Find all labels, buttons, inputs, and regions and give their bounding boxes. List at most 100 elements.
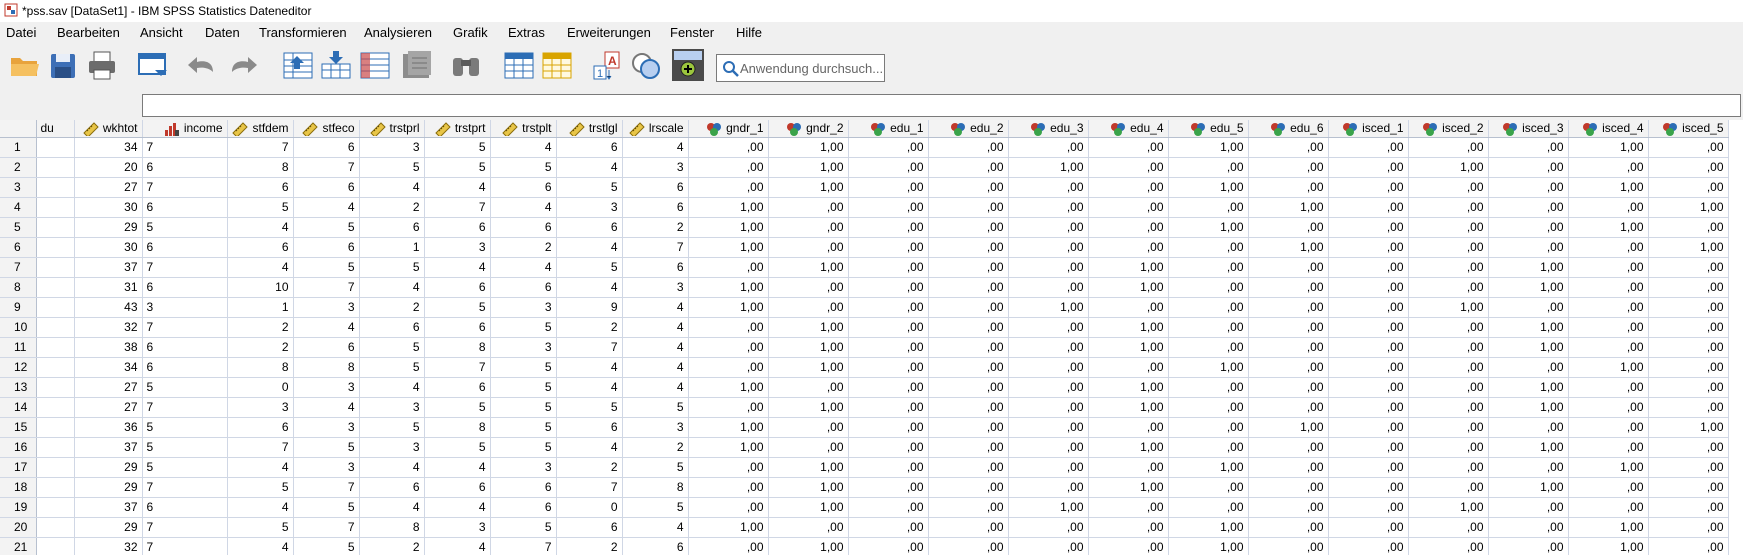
- data-cell[interactable]: 1,00: [1488, 277, 1569, 298]
- data-cell[interactable]: 7: [490, 537, 557, 555]
- find-icon[interactable]: [449, 48, 483, 82]
- row-number[interactable]: 11: [0, 337, 37, 358]
- data-cell[interactable]: 1,00: [688, 437, 769, 458]
- data-cell[interactable]: ,00: [688, 317, 769, 338]
- row-number[interactable]: 3: [0, 177, 37, 198]
- column-header-income[interactable]: income: [142, 120, 228, 138]
- split-file-icon[interactable]: A1: [591, 48, 625, 82]
- data-cell[interactable]: ,00: [848, 157, 929, 178]
- data-cell[interactable]: 1,00: [1488, 377, 1569, 398]
- data-cell[interactable]: [36, 417, 75, 438]
- row-number[interactable]: 2: [0, 157, 37, 178]
- data-cell[interactable]: ,00: [1008, 217, 1089, 238]
- data-cell[interactable]: 8: [424, 337, 491, 358]
- data-cell[interactable]: 38: [74, 337, 143, 358]
- data-cell[interactable]: ,00: [768, 237, 849, 258]
- data-cell[interactable]: 5: [359, 337, 425, 358]
- data-cell[interactable]: 3: [490, 337, 557, 358]
- column-header-gndr_2[interactable]: gndr_2: [768, 120, 849, 138]
- data-cell[interactable]: 34: [74, 137, 143, 158]
- data-cell[interactable]: 20: [74, 157, 143, 178]
- data-cell[interactable]: 3: [142, 297, 228, 318]
- data-cell[interactable]: 1,00: [768, 257, 849, 278]
- data-cell[interactable]: ,00: [1648, 457, 1729, 478]
- data-cell[interactable]: 1,00: [1248, 417, 1329, 438]
- data-cell[interactable]: 4: [622, 317, 689, 338]
- data-cell[interactable]: 5: [490, 357, 557, 378]
- data-cell[interactable]: 6: [424, 317, 491, 338]
- data-cell[interactable]: ,00: [1008, 517, 1089, 538]
- row-number[interactable]: 1: [0, 137, 37, 158]
- menu-analysieren[interactable]: Analysieren: [364, 25, 432, 40]
- data-cell[interactable]: 34: [74, 357, 143, 378]
- data-cell[interactable]: 6: [622, 257, 689, 278]
- data-cell[interactable]: ,00: [768, 417, 849, 438]
- data-cell[interactable]: ,00: [1328, 237, 1409, 258]
- data-cell[interactable]: 7: [142, 477, 228, 498]
- data-cell[interactable]: ,00: [1168, 317, 1249, 338]
- data-cell[interactable]: ,00: [1568, 257, 1649, 278]
- data-cell[interactable]: ,00: [1328, 377, 1409, 398]
- data-cell[interactable]: 3: [293, 377, 360, 398]
- row-number[interactable]: 15: [0, 417, 37, 438]
- data-cell[interactable]: ,00: [768, 197, 849, 218]
- data-cell[interactable]: ,00: [1248, 337, 1329, 358]
- data-cell[interactable]: ,00: [848, 497, 929, 518]
- data-cell[interactable]: 3: [293, 457, 360, 478]
- data-cell[interactable]: 1,00: [688, 417, 769, 438]
- data-cell[interactable]: ,00: [768, 277, 849, 298]
- data-cell[interactable]: 4: [622, 297, 689, 318]
- data-cell[interactable]: 1,00: [1088, 277, 1169, 298]
- data-cell[interactable]: ,00: [848, 417, 929, 438]
- data-cell[interactable]: 7: [227, 437, 294, 458]
- data-cell[interactable]: ,00: [1168, 437, 1249, 458]
- data-cell[interactable]: 2: [556, 317, 623, 338]
- data-cell[interactable]: ,00: [1328, 177, 1409, 198]
- data-cell[interactable]: 1,00: [688, 277, 769, 298]
- column-header-edu_1[interactable]: edu_1: [848, 120, 929, 138]
- data-cell[interactable]: ,00: [1408, 317, 1489, 338]
- data-cell[interactable]: ,00: [1168, 197, 1249, 218]
- data-cell[interactable]: 1,00: [1168, 537, 1249, 555]
- data-cell[interactable]: 27: [74, 377, 143, 398]
- data-cell[interactable]: 1,00: [1408, 497, 1489, 518]
- column-header-isced_1[interactable]: isced_1: [1328, 120, 1409, 138]
- data-cell[interactable]: 6: [142, 197, 228, 218]
- data-cell[interactable]: 1,00: [1488, 397, 1569, 418]
- data-cell[interactable]: ,00: [1008, 357, 1089, 378]
- data-cell[interactable]: ,00: [928, 277, 1009, 298]
- data-cell[interactable]: 1,00: [1488, 317, 1569, 338]
- data-cell[interactable]: ,00: [1248, 177, 1329, 198]
- data-cell[interactable]: ,00: [1088, 357, 1169, 378]
- data-cell[interactable]: ,00: [1408, 517, 1489, 538]
- data-cell[interactable]: 1,00: [1088, 397, 1169, 418]
- data-cell[interactable]: ,00: [1408, 237, 1489, 258]
- data-cell[interactable]: 6: [227, 237, 294, 258]
- data-cell[interactable]: ,00: [1168, 497, 1249, 518]
- data-cell[interactable]: 1,00: [1088, 437, 1169, 458]
- data-cell[interactable]: ,00: [1488, 217, 1569, 238]
- data-cell[interactable]: ,00: [688, 157, 769, 178]
- data-cell[interactable]: 3: [424, 237, 491, 258]
- data-cell[interactable]: 4: [227, 217, 294, 238]
- data-cell[interactable]: 1,00: [1568, 177, 1649, 198]
- data-cell[interactable]: 1,00: [688, 377, 769, 398]
- data-cell[interactable]: [36, 317, 75, 338]
- data-cell[interactable]: 1,00: [768, 497, 849, 518]
- data-cell[interactable]: 7: [293, 477, 360, 498]
- data-cell[interactable]: ,00: [1408, 357, 1489, 378]
- data-cell[interactable]: 5: [227, 517, 294, 538]
- data-cell[interactable]: 6: [622, 177, 689, 198]
- data-cell[interactable]: 5: [293, 437, 360, 458]
- data-cell[interactable]: [36, 257, 75, 278]
- data-cell[interactable]: ,00: [1168, 397, 1249, 418]
- data-cell[interactable]: 5: [490, 397, 557, 418]
- row-number[interactable]: 10: [0, 317, 37, 338]
- data-cell[interactable]: 7: [142, 137, 228, 158]
- data-cell[interactable]: [36, 237, 75, 258]
- data-cell[interactable]: 1,00: [688, 297, 769, 318]
- data-cell[interactable]: ,00: [1008, 457, 1089, 478]
- data-cell[interactable]: 10: [227, 277, 294, 298]
- data-cell[interactable]: 9: [556, 297, 623, 318]
- data-cell[interactable]: 2: [556, 457, 623, 478]
